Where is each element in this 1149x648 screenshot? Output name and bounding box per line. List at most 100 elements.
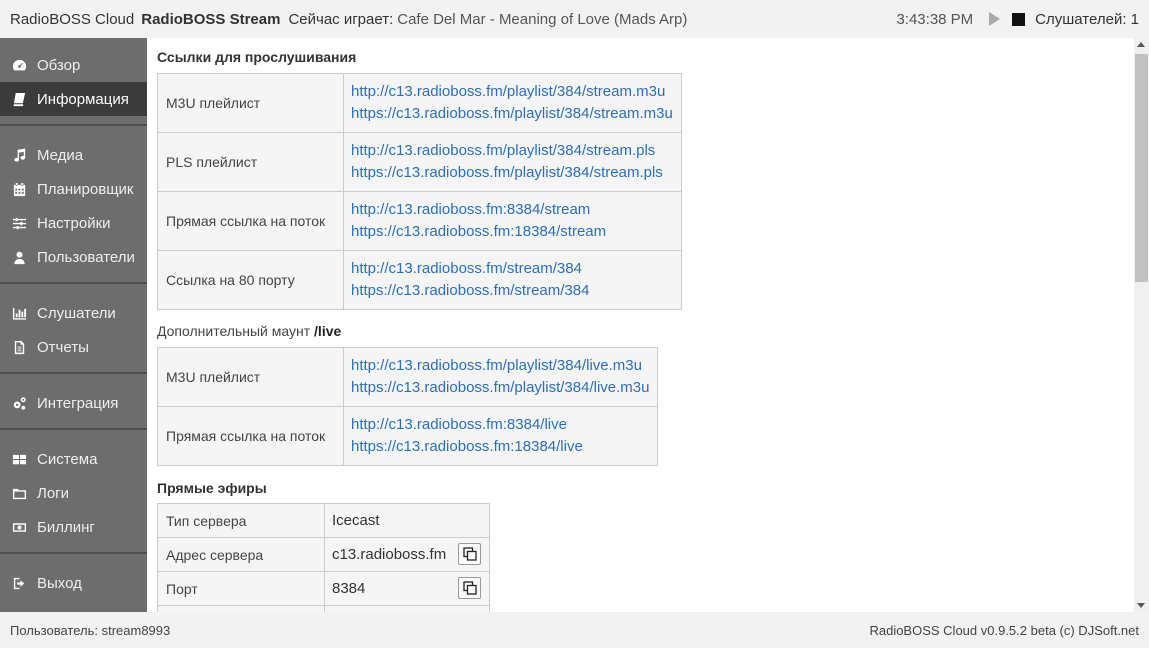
user-icon xyxy=(11,249,27,265)
now-playing-label: Сейчас играет: xyxy=(288,10,394,28)
copyright: RadioBOSS Cloud v0.9.5.2 beta (c) DJSoft… xyxy=(869,622,1139,638)
table-row: M3U плейлист http://c13.radioboss.fm/pla… xyxy=(157,347,659,407)
sidebar-item-label: Медиа xyxy=(37,146,84,164)
playlist-link[interactable]: http://c13.radioboss.fm/playlist/384/liv… xyxy=(351,355,649,377)
money-icon xyxy=(11,519,27,535)
sidebar-item-reports[interactable]: Отчеты xyxy=(0,330,147,364)
sidebar-divider xyxy=(0,282,147,284)
playlist-link[interactable]: https://c13.radioboss.fm/playlist/384/st… xyxy=(351,103,673,125)
link-label: PLS плейлист xyxy=(157,132,344,192)
calendar-icon xyxy=(11,181,27,197)
link-label: M3U плейлист xyxy=(157,73,344,133)
sidebar-divider xyxy=(0,124,147,126)
listen-links-table: M3U плейлист http://c13.radioboss.fm/pla… xyxy=(157,73,682,310)
sidebar-divider xyxy=(0,428,147,430)
sidebar-item-users[interactable]: Пользователи xyxy=(0,240,147,274)
copy-address-button[interactable] xyxy=(458,543,481,565)
sidebar-item-label: Планировщик xyxy=(37,180,134,198)
link-label: Ссылка на 80 порту xyxy=(157,250,344,310)
sidebar-divider xyxy=(0,552,147,554)
stream-link[interactable]: http://c13.radioboss.fm:8384/live xyxy=(351,414,649,436)
link-label: Прямая ссылка на поток xyxy=(157,191,344,251)
sidebar-item-system[interactable]: Система xyxy=(0,442,147,476)
main-content: Ссылки для прослушивания M3U плейлист ht… xyxy=(147,38,1134,612)
sidebar-item-logout[interactable]: Выход xyxy=(0,566,147,600)
playlist-link[interactable]: https://c13.radioboss.fm/playlist/384/st… xyxy=(351,162,673,184)
link-label: Прямая ссылка на поток xyxy=(157,406,344,466)
server-port-label: Порт xyxy=(157,571,325,606)
extra-mount-name: /live xyxy=(314,323,342,339)
listeners-count: Слушателей: 1 xyxy=(1035,10,1139,28)
playlist-link[interactable]: http://c13.radioboss.fm/playlist/384/str… xyxy=(351,140,673,162)
table-row: Прямая ссылка на поток http://c13.radiob… xyxy=(157,406,659,466)
stream-link[interactable]: http://c13.radioboss.fm:8384/stream xyxy=(351,199,673,221)
main-scrollbar[interactable] xyxy=(1134,38,1149,612)
sliders-icon xyxy=(11,215,27,231)
table-row: PLS плейлист http://c13.radioboss.fm/pla… xyxy=(157,132,682,192)
play-icon[interactable] xyxy=(989,12,1001,26)
sidebar-item-listeners[interactable]: Слушатели xyxy=(0,296,147,330)
table-row: Прямая ссылка на поток http://c13.radiob… xyxy=(157,191,682,251)
current-user: Пользователь: stream8993 xyxy=(10,622,171,638)
extra-mount-title: Дополнительный маунт /live xyxy=(157,323,341,339)
sidebar-item-label: Система xyxy=(37,450,98,468)
sidebar-item-label: Слушатели xyxy=(37,304,116,322)
server-type-value: Icecast xyxy=(324,503,490,538)
sidebar-item-label: Отчеты xyxy=(37,338,89,356)
sidebar-item-label: Биллинг xyxy=(37,518,95,536)
listen-links-title: Ссылки для прослушивания xyxy=(157,49,357,65)
copy-port-button[interactable] xyxy=(458,577,481,599)
stream-name: RadioBOSS Stream xyxy=(141,10,281,28)
grid-icon xyxy=(11,451,27,467)
sidebar-divider xyxy=(0,372,147,374)
copy-icon xyxy=(462,547,477,561)
sidebar-item-label: Интеграция xyxy=(37,394,119,412)
server-type-label: Тип сервера xyxy=(157,503,325,538)
scroll-thumb[interactable] xyxy=(1135,54,1148,282)
cogs-icon xyxy=(11,395,27,411)
scroll-down-icon[interactable] xyxy=(1137,603,1145,608)
sidebar-item-information[interactable]: Информация xyxy=(0,82,147,116)
stop-icon[interactable] xyxy=(1012,12,1026,26)
table-row: Адрес сервера c13.radioboss.fm xyxy=(157,537,490,572)
now-playing-track: Cafe Del Mar - Meaning of Love (Mads Arp… xyxy=(397,10,688,28)
document-icon xyxy=(11,339,27,355)
server-table: Тип сервера Icecast Адрес сервера c13.ra… xyxy=(157,503,490,612)
extra-links-table: M3U плейлист http://c13.radioboss.fm/pla… xyxy=(157,347,659,466)
table-row: Порт 8384 xyxy=(157,571,490,606)
table-row: Ссылка на 80 порту http://c13.radioboss.… xyxy=(157,250,682,310)
sidebar-item-settings[interactable]: Настройки xyxy=(0,206,147,240)
stream-link[interactable]: http://c13.radioboss.fm/stream/384 xyxy=(351,258,673,280)
app-name: RadioBOSS Cloud xyxy=(10,10,135,28)
table-row: M3U плейлист http://c13.radioboss.fm/pla… xyxy=(157,73,682,133)
sidebar-item-label: Настройки xyxy=(37,214,111,232)
sidebar-item-integration[interactable]: Интеграция xyxy=(0,386,147,420)
link-label: M3U плейлист xyxy=(157,347,344,407)
sidebar-item-overview[interactable]: Обзор xyxy=(0,48,147,82)
sidebar-item-label: Логи xyxy=(37,484,70,502)
live-title: Прямые эфиры xyxy=(157,480,267,496)
folder-icon xyxy=(11,485,27,501)
copy-icon xyxy=(462,581,477,595)
stream-link[interactable]: https://c13.radioboss.fm/stream/384 xyxy=(351,280,673,302)
server-address-value: c13.radioboss.fm xyxy=(332,546,447,563)
table-row: Тип сервера Icecast xyxy=(157,503,490,538)
sign-out-icon xyxy=(11,575,27,591)
sidebar-item-logs[interactable]: Логи xyxy=(0,476,147,510)
scroll-up-icon[interactable] xyxy=(1137,42,1145,47)
music-icon xyxy=(11,147,27,163)
stream-link[interactable]: https://c13.radioboss.fm:18384/stream xyxy=(351,221,673,243)
sidebar-item-scheduler[interactable]: Планировщик xyxy=(0,172,147,206)
playlist-link[interactable]: http://c13.radioboss.fm/playlist/384/str… xyxy=(351,81,673,103)
server-port-value: 8384 xyxy=(332,580,366,597)
sidebar-item-media[interactable]: Медиа xyxy=(0,138,147,172)
sidebar-item-label: Информация xyxy=(37,90,129,108)
sidebar-item-label: Обзор xyxy=(37,56,81,74)
sidebar: Обзор Информация Медиа Планировщик Настр… xyxy=(0,38,147,612)
sidebar-item-label: Выход xyxy=(37,574,82,592)
playlist-link[interactable]: https://c13.radioboss.fm/playlist/384/li… xyxy=(351,377,649,399)
clock: 3:43:38 PM xyxy=(896,10,974,28)
stream-link[interactable]: https://c13.radioboss.fm:18384/live xyxy=(351,436,649,458)
sidebar-item-billing[interactable]: Биллинг xyxy=(0,510,147,544)
top-bar: RadioBOSS Cloud RadioBOSS Stream Сейчас … xyxy=(0,0,1149,38)
